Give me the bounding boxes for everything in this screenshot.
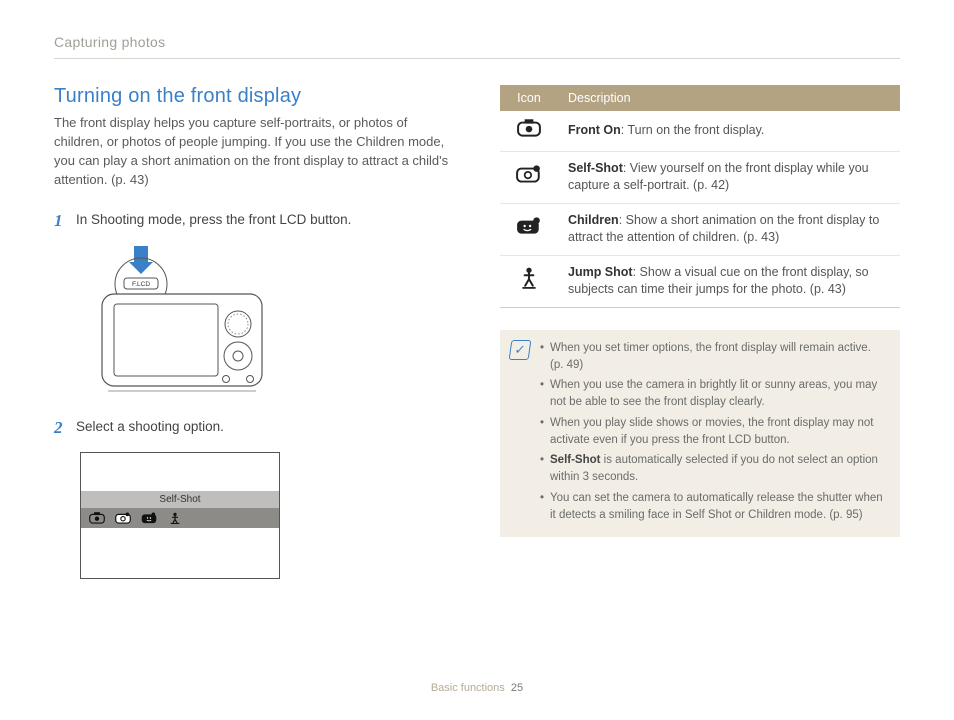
step-number: 2: [54, 418, 68, 438]
jump-shot-icon: [167, 512, 183, 524]
mode-dial-icon: [225, 311, 251, 337]
mode-name: Front On: [568, 123, 621, 137]
intro-text: The front display helps you capture self…: [54, 114, 454, 189]
flcd-label: F.LCD: [132, 281, 150, 288]
dpad-icon: [224, 342, 252, 370]
step-1: 1 In Shooting mode, press the front LCD …: [54, 211, 454, 231]
content-columns: Turning on the front display The front d…: [54, 85, 900, 579]
mode-desc: : Turn on the front display.: [621, 123, 765, 137]
step-2: 2 Select a shooting option.: [54, 418, 454, 438]
step-number: 1: [54, 211, 68, 231]
step-text: In Shooting mode, press the front LCD bu…: [76, 211, 351, 231]
arrow-down-icon: [129, 246, 153, 274]
note-item: When you play slide shows or movies, the…: [540, 415, 886, 450]
children-icon: [516, 216, 542, 236]
th-icon: Icon: [500, 85, 558, 111]
note-box: ✓ When you set timer options, the front …: [500, 330, 900, 538]
note-item: You can set the camera to automatically …: [540, 490, 886, 525]
modes-table: Icon Description Front On: Turn on the f…: [500, 85, 900, 308]
camera-illustration: F.LCD: [80, 246, 454, 396]
table-row: Children: Show a short animation on the …: [500, 203, 900, 255]
front-on-icon: [517, 119, 541, 137]
page-footer: Basic functions 25: [0, 682, 954, 694]
note-item: When you use the camera in brightly lit …: [540, 377, 886, 412]
section-header: Capturing photos: [54, 34, 900, 59]
table-row: Jump Shot: Show a visual cue on the fron…: [500, 255, 900, 307]
note-icon: ✓: [509, 340, 532, 360]
step-text: Select a shooting option.: [76, 418, 224, 438]
note-item: When you set timer options, the front di…: [540, 340, 886, 375]
left-column: Turning on the front display The front d…: [54, 85, 454, 579]
table-row: Front On: Turn on the front display.: [500, 111, 900, 151]
mode-name: Self-Shot: [568, 161, 623, 175]
th-description: Description: [558, 85, 900, 111]
self-shot-icon: [115, 512, 131, 524]
note-item: Self-Shot is automatically selected if y…: [540, 452, 886, 487]
jump-shot-icon: [519, 267, 539, 289]
option-screen-illustration: Self-Shot: [80, 452, 280, 579]
option-icon-bar: [81, 508, 279, 528]
footer-label: Basic functions: [431, 682, 505, 694]
front-on-icon: [89, 512, 105, 524]
footer-page-number: 25: [511, 682, 523, 694]
children-icon: [141, 512, 157, 524]
self-shot-icon: [516, 164, 542, 184]
note-list: When you set timer options, the front di…: [540, 340, 886, 528]
option-label-bar: Self-Shot: [81, 491, 279, 508]
table-row: Self-Shot: View yourself on the front di…: [500, 151, 900, 203]
mode-name: Children: [568, 213, 619, 227]
mode-name: Jump Shot: [568, 265, 633, 279]
page-title: Turning on the front display: [54, 85, 454, 108]
right-column: Icon Description Front On: Turn on the f…: [500, 85, 900, 579]
camera-screen-icon: [114, 304, 218, 376]
